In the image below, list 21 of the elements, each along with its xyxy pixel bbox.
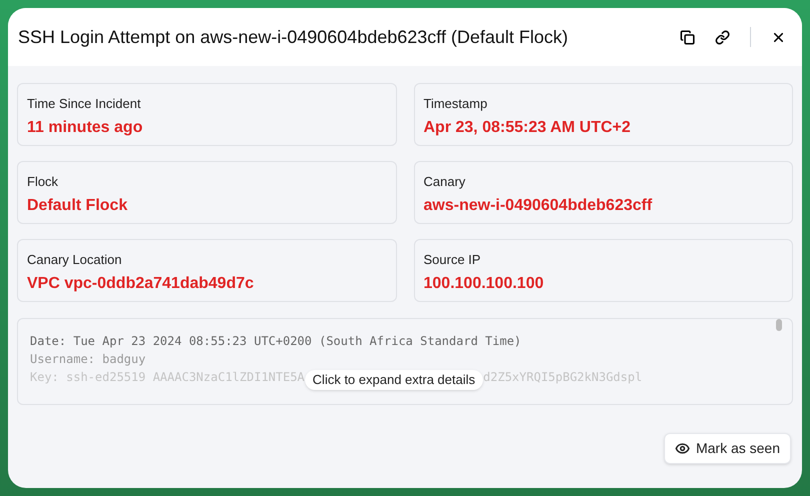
field-value: aws-new-i-0490604bdeb623cff: [424, 196, 654, 216]
copy-icon[interactable]: [680, 30, 695, 44]
field-label: Time Since Incident: [27, 95, 142, 113]
dialog-title: SSH Login Attempt on aws-new-i-0490604bdeb623cff (Default Flock): [18, 26, 569, 49]
scrollbar-thumb[interactable]: [776, 319, 782, 331]
link-icon[interactable]: [715, 30, 730, 44]
tooltip: Click to expand extra details: [304, 370, 484, 390]
field-label: Flock: [27, 173, 60, 191]
field-label: Source IP: [424, 251, 482, 269]
field-value: 11 minutes ago: [27, 118, 144, 138]
field-label: Canary Location: [27, 251, 123, 269]
detail-line: Username: badguy: [30, 351, 147, 368]
detail-line: Date: Tue Apr 23 2024 08:55:23 UTC+0200 (South Africa Standard Time): [30, 333, 522, 350]
field-value: Apr 23, 08:55:23 AM UTC+2: [424, 118, 632, 138]
field-label: Canary: [424, 173, 466, 191]
field-value: VPC vpc-0ddb2a741dab49d7c: [27, 274, 255, 294]
field-value: 100.100.100.100: [424, 274, 545, 294]
field-value: Default Flock: [27, 196, 128, 216]
eye-icon: [674, 441, 690, 456]
mark-as-seen-button[interactable]: Mark as seen: [664, 433, 791, 464]
field-label: Timestamp: [424, 95, 488, 113]
